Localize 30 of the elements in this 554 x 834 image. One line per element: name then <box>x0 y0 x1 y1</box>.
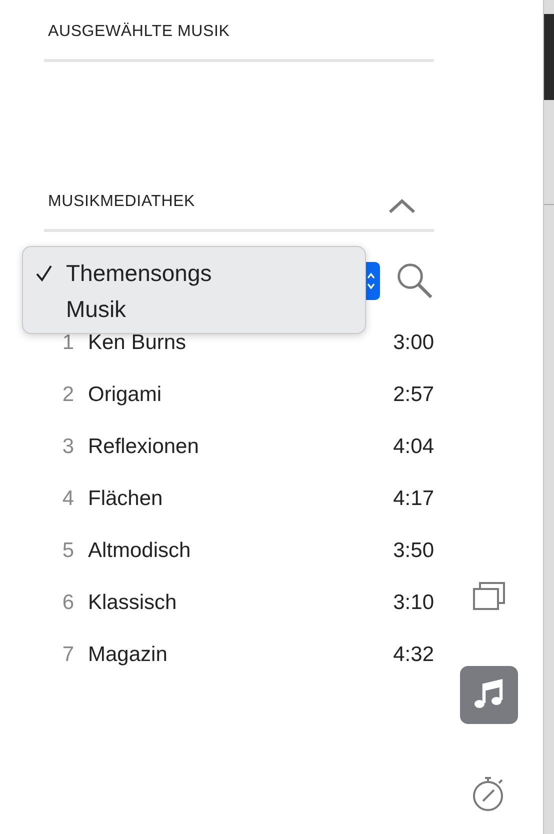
section-title: MUSIKMEDIATHEK <box>48 193 196 211</box>
scrollbar-thumb[interactable] <box>544 14 554 100</box>
track-number: 2 <box>61 383 74 407</box>
music-tool-button[interactable] <box>460 666 518 724</box>
track-title: Altmodisch <box>88 539 192 563</box>
track-number: 1 <box>61 331 74 355</box>
track-duration: 3:10 <box>393 591 434 615</box>
section-title: AUSGEWÄHLTE MUSIK <box>48 23 230 41</box>
track-duration: 4:32 <box>393 643 434 667</box>
track-title: Origami <box>88 383 163 407</box>
search-icon[interactable] <box>396 262 434 300</box>
chevron-icon[interactable] <box>388 198 416 214</box>
menu-item[interactable]: Themensongs <box>66 260 212 286</box>
track-title: Reflexionen <box>88 435 200 459</box>
track-duration: 2:57 <box>393 383 434 407</box>
track-title: Klassisch <box>88 591 178 615</box>
track-number: 3 <box>61 435 74 459</box>
track-duration: 4:17 <box>393 487 434 511</box>
track-duration: 3:50 <box>393 539 434 563</box>
updown-icon <box>366 271 376 291</box>
track-number: 5 <box>61 539 74 563</box>
track-number: 4 <box>61 487 74 511</box>
track-number: 6 <box>61 591 74 615</box>
track-duration: 3:00 <box>393 331 434 355</box>
track-title: Flächen <box>88 487 164 511</box>
track-number: 7 <box>61 643 74 667</box>
menu-item[interactable]: Musik <box>66 296 126 322</box>
track-title: Ken Burns <box>88 331 188 355</box>
track-title: Magazin <box>88 643 168 667</box>
track-duration: 4:04 <box>393 435 434 459</box>
